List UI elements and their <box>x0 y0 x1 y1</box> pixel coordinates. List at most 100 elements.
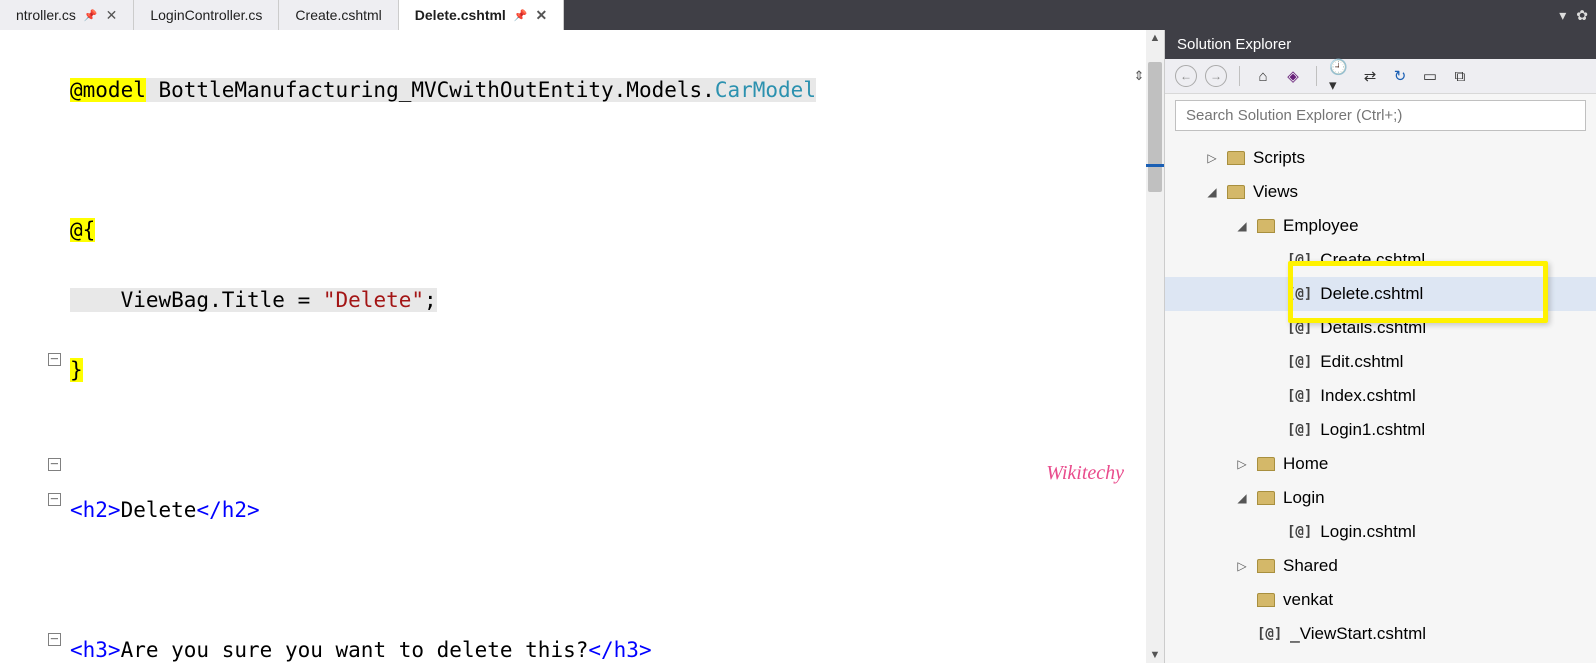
namespace: BottleManufacturing_MVCwithOutEntity.Mod… <box>146 78 715 102</box>
folder-icon <box>1227 185 1245 199</box>
code-text: ViewBag.Title = <box>70 288 323 312</box>
dropdown-icon[interactable]: ▾ <box>1559 7 1566 24</box>
expander-icon[interactable]: ◢ <box>1235 491 1249 505</box>
razor-block-close: } <box>70 358 83 382</box>
html-text: Are you sure you want to delete this? <box>121 638 589 662</box>
expander-icon[interactable]: ▷ <box>1235 457 1249 471</box>
tree-item--viewstart-cshtml[interactable]: [@] _ViewStart.cshtml <box>1165 617 1596 651</box>
explorer-toolbar: ← → ⌂ ◈ 🕘▾ ⇄ ↻ ▭ ⧉ <box>1165 59 1596 94</box>
home-icon[interactable]: ⌂ <box>1252 65 1274 87</box>
cshtml-file-icon: [@] <box>1287 422 1312 438</box>
tree-item-index-cshtml[interactable]: [@]Index.cshtml <box>1165 379 1596 413</box>
html-tag: </h3> <box>588 638 651 662</box>
cshtml-file-icon: [@] <box>1287 286 1312 302</box>
code-content[interactable]: @model BottleManufacturing_MVCwithOutEnt… <box>70 30 1146 663</box>
expander-icon[interactable]: ◢ <box>1235 219 1249 233</box>
panel-title: Solution Explorer <box>1165 30 1596 59</box>
tree-item-label: Create.cshtml <box>1320 250 1425 270</box>
folder-icon <box>1257 219 1275 233</box>
tree-item-label: Scripts <box>1253 148 1305 168</box>
watermark: Wikitechy <box>1046 462 1124 485</box>
html-tag: </h2> <box>196 498 259 522</box>
cshtml-file-icon: [@] <box>1287 388 1312 404</box>
folder-icon <box>1257 593 1275 607</box>
expander-icon[interactable]: ▷ <box>1235 559 1249 573</box>
history-icon[interactable]: 🕘▾ <box>1329 65 1351 87</box>
pin-icon[interactable]: 📌 <box>84 9 98 22</box>
fold-minus-icon[interactable]: − <box>48 493 61 506</box>
tree-item-login[interactable]: ◢ Login <box>1165 481 1596 515</box>
code-editor[interactable]: − − − − @model BottleManufacturing_MVCwi… <box>0 30 1164 663</box>
close-icon[interactable]: ✕ <box>536 7 548 24</box>
tree-item-label: Delete.cshtml <box>1320 284 1423 304</box>
tree-item-scripts[interactable]: ▷ Scripts <box>1165 141 1596 175</box>
scroll-up-icon[interactable]: ▲ <box>1146 32 1164 44</box>
solution-tree[interactable]: ▷Scripts◢Views◢Employee[@]Create.cshtml[… <box>1165 137 1596 663</box>
close-icon[interactable]: ✕ <box>106 7 118 24</box>
tree-item-employee[interactable]: ◢ Employee <box>1165 209 1596 243</box>
tree-item-home[interactable]: ▷ Home <box>1165 447 1596 481</box>
tab-create[interactable]: Create.cshtml <box>279 0 398 30</box>
tree-item-label: _ViewStart.cshtml <box>1290 624 1426 644</box>
tree-item-edit-cshtml[interactable]: [@] Edit.cshtml <box>1165 345 1596 379</box>
fold-minus-icon[interactable]: − <box>48 353 61 366</box>
tab-bar: ntroller.cs 📌 ✕ LoginController.cs Creat… <box>0 0 1596 30</box>
folder-icon <box>1257 559 1275 573</box>
solution-explorer: Solution Explorer ← → ⌂ ◈ 🕘▾ ⇄ ↻ ▭ ⧉ ▷ Sc… <box>1164 30 1596 663</box>
tree-item-label: Login <box>1283 488 1325 508</box>
folder-icon <box>1227 151 1245 165</box>
forward-icon[interactable]: → <box>1205 65 1227 87</box>
fold-minus-icon[interactable]: − <box>48 633 61 646</box>
scroll-down-icon[interactable]: ▼ <box>1146 649 1164 661</box>
tree-item-label: Details.cshtml <box>1320 318 1426 338</box>
tree-item-label: Edit.cshtml <box>1320 352 1403 372</box>
html-tag: <h3> <box>70 638 121 662</box>
html-tag: <h2> <box>70 498 121 522</box>
tree-item-venkat[interactable]: venkat <box>1165 583 1596 617</box>
tab-label: Create.cshtml <box>295 7 381 23</box>
tree-item-label: Home <box>1283 454 1328 474</box>
vertical-scrollbar[interactable]: ▲ ▼ <box>1146 30 1164 663</box>
back-icon[interactable]: ← <box>1175 65 1197 87</box>
gear-icon[interactable]: ✿ <box>1576 7 1588 24</box>
type-name: CarModel <box>715 78 816 102</box>
tree-item-login-cshtml[interactable]: [@] Login.cshtml <box>1165 515 1596 549</box>
tree-item-label: Login.cshtml <box>1320 522 1415 542</box>
tab-delete[interactable]: Delete.cshtml 📌 ✕ <box>399 0 564 30</box>
swap-icon[interactable]: ⇄ <box>1359 65 1381 87</box>
cshtml-file-icon: [@] <box>1287 320 1312 336</box>
search-input[interactable] <box>1175 100 1586 131</box>
tab-label: LoginController.cs <box>150 7 262 23</box>
collapse-icon[interactable]: ▭ <box>1419 65 1441 87</box>
tree-item-label: venkat <box>1283 590 1333 610</box>
cshtml-file-icon: [@] <box>1287 252 1312 268</box>
tree-item-shared[interactable]: ▷Shared <box>1165 549 1596 583</box>
scroll-thumb[interactable] <box>1148 62 1162 192</box>
expander-icon[interactable]: ▷ <box>1205 151 1219 165</box>
sync-icon[interactable]: ◈ <box>1282 65 1304 87</box>
tree-item-label: Login1.cshtml <box>1320 420 1425 440</box>
tree-item-login1-cshtml[interactable]: [@] Login1.cshtml <box>1165 413 1596 447</box>
tree-item-label: Employee <box>1283 216 1359 236</box>
search-box <box>1165 94 1596 137</box>
cshtml-file-icon: [@] <box>1287 524 1312 540</box>
expander-icon[interactable]: ◢ <box>1205 185 1219 199</box>
html-text: Delete <box>121 498 197 522</box>
cshtml-file-icon: [@] <box>1287 354 1312 370</box>
refresh-icon[interactable]: ↻ <box>1389 65 1411 87</box>
tab-controller[interactable]: ntroller.cs 📌 ✕ <box>0 0 134 30</box>
tree-item-views[interactable]: ◢Views <box>1165 175 1596 209</box>
tree-item-delete-cshtml[interactable]: [@] Delete.cshtml <box>1165 277 1596 311</box>
tree-item-create-cshtml[interactable]: [@] Create.cshtml <box>1165 243 1596 277</box>
tree-item-details-cshtml[interactable]: [@] Details.cshtml <box>1165 311 1596 345</box>
show-all-icon[interactable]: ⧉ <box>1449 65 1471 87</box>
gutter: − − − − <box>0 30 70 663</box>
fold-minus-icon[interactable]: − <box>48 458 61 471</box>
string-literal: "Delete" <box>323 288 424 312</box>
tab-label: ntroller.cs <box>16 7 76 23</box>
pin-icon[interactable]: 📌 <box>514 9 528 22</box>
tab-login-controller[interactable]: LoginController.cs <box>134 0 279 30</box>
scroll-marker <box>1146 164 1164 167</box>
code-text: ; <box>424 288 437 312</box>
cshtml-file-icon: [@] <box>1257 626 1282 642</box>
